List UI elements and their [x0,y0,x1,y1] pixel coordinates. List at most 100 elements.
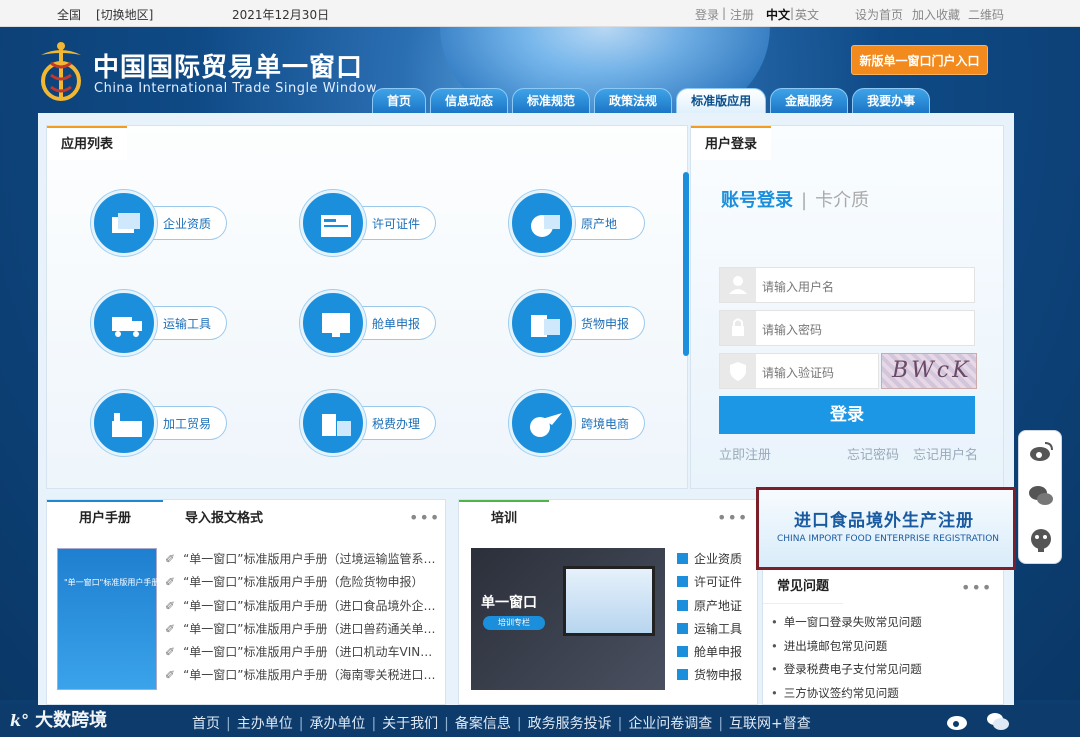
manual-item[interactable]: ✐ “单一窗口”标准版用户手册（海南零关税进口… [165,666,436,689]
tab-card-login[interactable]: 卡介质 [815,190,869,211]
app-circle [300,290,366,356]
top-register-link[interactable]: 注册 [730,6,754,23]
faq-item[interactable]: • 登录税费电子支付常见问题 [771,661,922,685]
tab-account-login[interactable]: 账号登录 [721,190,793,211]
faq-item[interactable]: • 进出境邮包常见问题 [771,638,922,662]
training-item[interactable]: 运输工具 [677,620,742,643]
manual-item[interactable]: ✐ “单一窗口”标准版用户手册（进口食品境外企… [165,597,436,620]
training-list: 企业资质许可证件 原产地证 运输工具 舱单申报货物申报 [677,550,742,690]
app-cargo[interactable]: 货物申报 [509,290,645,356]
switch-region-link[interactable]: [切换地区] [96,6,153,23]
manual-item[interactable]: ✐ “单一窗口”标准版用户手册（进口机动车VIN… [165,643,436,666]
training-item-text: 货物申报 [694,668,743,683]
app-monitor[interactable]: 舱单申报 [300,290,436,356]
mascot-icon[interactable] [1028,527,1054,553]
app-label: 企业资质 [163,217,212,231]
top-bar: 全国 [切换地区] 2021年12月30日 登录 | 注册 中文 | 英文 设为… [0,0,1080,27]
captcha-field[interactable]: 请输入验证码 [719,353,879,389]
app-license[interactable]: 许可证件 [300,190,436,256]
footer-link[interactable]: 主办单位 [237,716,293,732]
app-circle [509,190,575,256]
forgot-password-link[interactable]: 忘记密码 [847,444,899,463]
tab-import-format[interactable]: 导入报文格式 [171,500,278,534]
login-button[interactable]: 登录 [719,396,975,434]
qrcode-link[interactable]: 二维码 [968,6,1004,23]
nav-tab-6[interactable]: 我要办事 [852,88,931,113]
import-food-registration-banner[interactable]: 进口食品境外生产注册 CHINA IMPORT FOOD ENTERPRISE … [756,487,1016,570]
training-item[interactable]: 原产地证 [677,597,742,620]
manual-item[interactable]: ✐ “单一窗口”标准版用户手册（进口兽药通关单… [165,620,436,643]
faq-item[interactable]: • 单一窗口登录失败常见问题 [771,614,922,638]
training-item-text: 企业资质 [694,552,743,566]
app-list-scrollbar[interactable] [683,172,689,356]
bullet-icon: • [771,662,778,676]
app-circle [509,390,575,456]
bullet-icon: • [771,685,778,700]
weibo-icon[interactable] [1028,439,1054,465]
footer-link[interactable]: 备案信息 [455,716,511,732]
lang-en-link[interactable]: 英文 [795,6,819,23]
training-item[interactable]: 许可证件 [677,573,742,596]
play-square-icon [677,576,688,588]
manual-item[interactable]: ✐ “单一窗口”标准版用户手册（危险货物申报） [165,573,436,596]
nav-tab-5[interactable]: 金融服务 [770,88,849,113]
bookmark-link[interactable]: 加入收藏 [912,6,960,23]
captcha-image[interactable]: BWcK [881,353,977,389]
nav-tab-4[interactable]: 标准版应用 [676,88,767,113]
forgot-username-link[interactable]: 忘记用户名 [913,444,978,463]
set-home-link[interactable]: 设为首页 [855,6,903,23]
lang-divider: | [790,6,795,20]
login-panel: 用户登录 账号登录 | 卡介质 请输入用户名 请输入密码 请输入验证码 BWcK 登… [690,125,1004,489]
footer-link[interactable]: 关于我们 [382,716,438,732]
app-tax[interactable]: 税费办理 [300,390,436,456]
footer-link[interactable]: 互联网+督查 [729,716,811,732]
training-item[interactable]: 企业资质 [677,550,742,573]
top-login-link[interactable]: 登录 [695,6,719,23]
lang-zh-link[interactable]: 中文 [766,6,790,23]
training-more-button[interactable]: ••• [717,508,748,527]
wechat-icon[interactable] [1028,483,1054,509]
footer-link[interactable]: 政务服务投诉 [528,716,612,732]
app-label: 加工贸易 [163,417,212,431]
nav-tab-2[interactable]: 标准规范 [512,88,591,113]
footer-link[interactable]: 企业问卷调查 [628,716,712,732]
manual-book-cover[interactable]: "单一窗口"标准版用户手册 [57,548,159,690]
app-factory[interactable]: 加工贸易 [91,390,227,456]
app-globe[interactable]: 原产地 [509,190,645,256]
nav-tab-0[interactable]: 首页 [372,88,427,113]
app-list-title: 应用列表 [47,126,128,160]
new-portal-button[interactable]: 新版单一窗口门户入口 [851,45,988,75]
app-plane[interactable]: 跨境电商 [509,390,645,456]
shield-icon [720,354,756,388]
footer-wechat-icon[interactable] [986,711,1010,731]
training-item[interactable]: 货物申报 [677,666,742,689]
app-circle [91,390,157,456]
watermark-logo-icon: k° [10,711,30,730]
region-label: 全国 [57,8,82,22]
footer-links: 首页 | 主办单位 | 承办单位 | 关于我们 | 备案信息 | 政务服务投诉 | 企业问卷调查 | 互联网… [192,713,811,733]
training-item[interactable]: 舱单申报 [677,643,742,666]
footer-link[interactable]: 首页 [192,716,220,732]
training-video-thumbnail[interactable]: 单一窗口 培训专栏 [471,548,665,690]
paperclip-icon: ✐ [165,668,176,683]
tab-user-manual[interactable]: 用户手册 [47,500,163,534]
nav-tab-1[interactable]: 信息动态 [430,88,509,113]
register-link[interactable]: 立即注册 [719,444,771,463]
app-circle [509,290,575,356]
footer-weibo-icon[interactable] [946,711,970,731]
app-circle [300,190,366,256]
manual-item[interactable]: ✐ “单一窗口”标准版用户手册（过境运输监管系… [165,550,436,573]
captcha-placeholder: 请输入验证码 [762,366,835,380]
footer-divider: | [444,716,449,732]
username-field[interactable]: 请输入用户名 [719,267,975,303]
faq-more-button[interactable]: ••• [961,578,992,597]
footer-link[interactable]: 承办单位 [309,716,365,732]
license-icon [321,215,351,237]
nav-tab-3[interactable]: 政策法规 [594,88,673,113]
footer-divider: | [516,716,522,732]
password-field[interactable]: 请输入密码 [719,310,975,346]
manual-more-button[interactable]: ••• [409,508,440,527]
login-tab-divider: | [801,190,808,211]
app-card[interactable]: 企业资质 [91,190,227,256]
app-truck[interactable]: 运输工具 [91,290,227,356]
